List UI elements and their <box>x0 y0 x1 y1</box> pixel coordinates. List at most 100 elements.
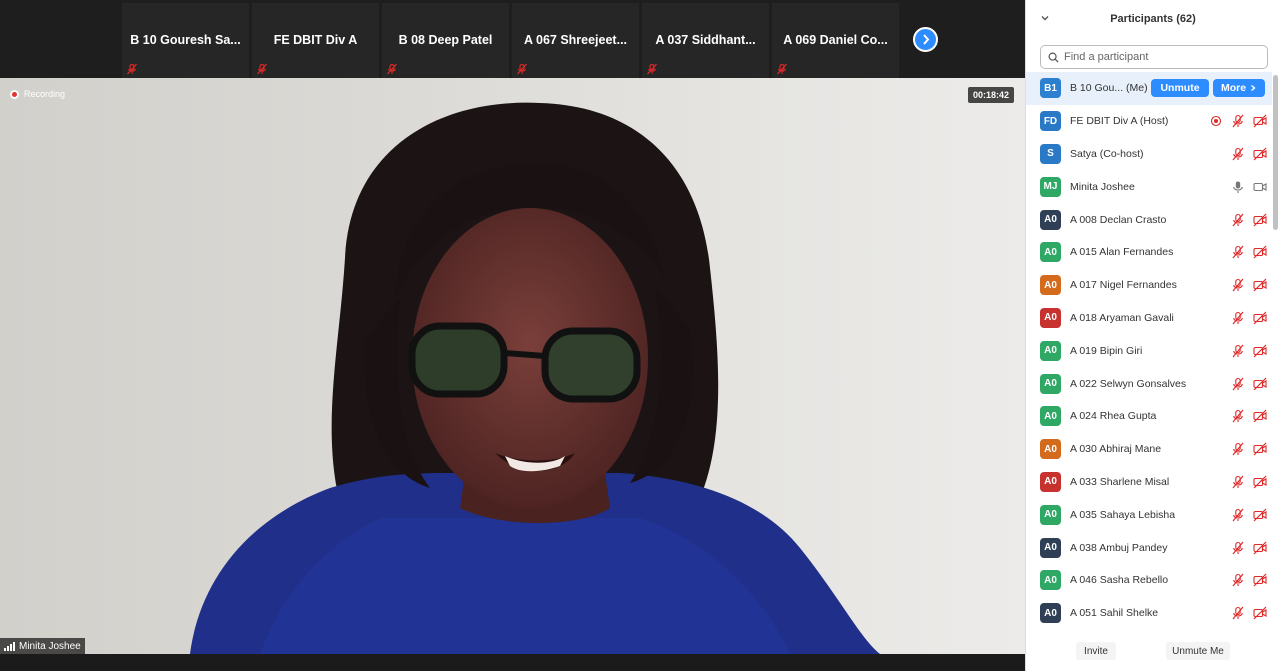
participant-row[interactable]: A0 A 024 Rhea Gupta <box>1026 400 1272 433</box>
video-off-icon[interactable] <box>1253 114 1267 128</box>
microphone-muted-icon[interactable] <box>1231 573 1245 587</box>
participant-row[interactable]: A0 A 017 Nigel Fernandes <box>1026 269 1272 302</box>
participant-controls <box>1231 311 1267 325</box>
video-off-icon[interactable] <box>1253 508 1267 522</box>
participant-row[interactable]: A0 A 030 Abhiraj Mane <box>1026 433 1272 466</box>
video-off-icon[interactable] <box>1253 409 1267 423</box>
scrollbar-thumb[interactable] <box>1273 75 1278 230</box>
participant-controls <box>1231 508 1267 522</box>
participant-name: A 038 Ambuj Pandey <box>1070 541 1168 554</box>
speaker-video-image <box>190 102 880 654</box>
speaker-name-tag: Minita Joshee <box>0 638 85 654</box>
chevron-right-icon <box>923 34 930 45</box>
avatar: A0 <box>1040 242 1061 263</box>
unmute-button[interactable]: Unmute <box>1151 79 1209 98</box>
participant-name: Minita Joshee <box>1070 180 1135 193</box>
microphone-muted-icon[interactable] <box>1231 278 1245 292</box>
microphone-muted-icon[interactable] <box>1231 311 1245 325</box>
avatar: MJ <box>1040 176 1061 197</box>
participant-list-scrollbar[interactable] <box>1272 72 1278 629</box>
participant-name: A 008 Declan Crasto <box>1070 213 1167 226</box>
participant-list: B1 B 10 Gou... (Me) Unmute More FD FE DBIT Di… <box>1026 72 1272 629</box>
more-button[interactable]: More <box>1213 79 1265 98</box>
video-off-icon[interactable] <box>1253 541 1267 555</box>
participant-row[interactable]: A0 A 038 Ambuj Pandey <box>1026 531 1272 564</box>
video-thumbnail[interactable]: B 10 Gouresh Sa... <box>122 3 249 78</box>
signal-strength-icon <box>4 641 15 651</box>
video-off-icon[interactable] <box>1253 442 1267 456</box>
video-off-icon[interactable] <box>1253 377 1267 391</box>
participant-row[interactable]: A0 A 018 Aryaman Gavali <box>1026 302 1272 335</box>
microphone-muted-icon[interactable] <box>1231 344 1245 358</box>
next-page-button[interactable] <box>913 27 938 52</box>
microphone-muted-icon <box>777 63 787 75</box>
participant-controls <box>1231 541 1267 555</box>
microphone-muted-icon <box>647 63 657 75</box>
participant-name: A 030 Abhiraj Mane <box>1070 443 1162 456</box>
participant-row[interactable]: FD FE DBIT Div A (Host) <box>1026 105 1272 138</box>
participant-name: A 046 Sasha Rebello <box>1070 574 1169 587</box>
invite-button[interactable]: Invite <box>1076 642 1116 660</box>
microphone-muted-icon[interactable] <box>1231 409 1245 423</box>
video-thumbnail[interactable]: B 08 Deep Patel <box>382 3 509 78</box>
video-thumbnail[interactable]: A 067 Shreejeet... <box>512 3 639 78</box>
video-off-icon[interactable] <box>1253 475 1267 489</box>
microphone-muted-icon[interactable] <box>1231 245 1245 259</box>
participant-row[interactable]: A0 A 033 Sharlene Misal <box>1026 466 1272 499</box>
microphone-muted-icon[interactable] <box>1231 147 1245 161</box>
avatar: FD <box>1040 111 1061 132</box>
participant-name: Satya (Co-host) <box>1070 147 1144 160</box>
microphone-muted-icon <box>517 63 527 75</box>
recording-indicator: Recording <box>10 89 65 99</box>
participant-row[interactable]: MJ Minita Joshee <box>1026 170 1272 203</box>
participant-row[interactable]: S Satya (Co-host) <box>1026 138 1272 171</box>
video-off-icon[interactable] <box>1253 606 1267 620</box>
participant-controls <box>1231 409 1267 423</box>
video-off-icon[interactable] <box>1253 213 1267 227</box>
participant-row[interactable]: A0 A 015 Alan Fernandes <box>1026 236 1272 269</box>
video-thumbnail[interactable]: A 069 Daniel Co... <box>772 3 899 78</box>
avatar: B1 <box>1040 78 1061 99</box>
video-off-icon[interactable] <box>1253 344 1267 358</box>
microphone-muted-icon[interactable] <box>1231 606 1245 620</box>
video-camera-icon[interactable] <box>1253 180 1267 194</box>
active-speaker-video[interactable]: Recording 00:18:42 Minita Joshee <box>0 78 1025 654</box>
microphone-muted-icon[interactable] <box>1231 377 1245 391</box>
video-off-icon[interactable] <box>1253 245 1267 259</box>
microphone-muted-icon <box>127 63 137 75</box>
participant-row[interactable]: A0 A 022 Selwyn Gonsalves <box>1026 367 1272 400</box>
participant-controls <box>1231 442 1267 456</box>
participant-controls <box>1231 147 1267 161</box>
unmute-me-button[interactable]: Unmute Me <box>1166 642 1230 660</box>
microphone-icon[interactable] <box>1231 180 1245 194</box>
video-off-icon[interactable] <box>1253 573 1267 587</box>
search-input[interactable] <box>1064 51 1254 63</box>
microphone-muted-icon[interactable] <box>1231 442 1245 456</box>
participant-row[interactable]: A0 A 046 Sasha Rebello <box>1026 564 1272 597</box>
participant-row[interactable]: A0 A 051 Sahil Shelke <box>1026 597 1272 629</box>
video-thumbnail[interactable]: A 037 Siddhant... <box>642 3 769 78</box>
participant-controls <box>1231 245 1267 259</box>
microphone-muted-icon[interactable] <box>1231 541 1245 555</box>
video-thumbnail[interactable]: FE DBIT Div A <box>252 3 379 78</box>
participant-name: B 10 Gou... (Me) <box>1070 82 1148 95</box>
participant-search[interactable] <box>1040 45 1268 69</box>
participant-row[interactable]: A0 A 035 Sahaya Lebisha <box>1026 498 1272 531</box>
microphone-muted-icon[interactable] <box>1231 475 1245 489</box>
participant-row[interactable]: A0 A 008 Declan Crasto <box>1026 203 1272 236</box>
video-off-icon[interactable] <box>1253 278 1267 292</box>
microphone-muted-icon[interactable] <box>1231 114 1245 128</box>
video-off-icon[interactable] <box>1253 147 1267 161</box>
avatar: A0 <box>1040 307 1061 328</box>
participant-name: A 015 Alan Fernandes <box>1070 246 1174 259</box>
participant-row[interactable]: A0 A 019 Bipin Giri <box>1026 334 1272 367</box>
participants-header: Participants (62) <box>1026 0 1280 38</box>
participant-controls <box>1209 114 1267 128</box>
microphone-muted-icon[interactable] <box>1231 213 1245 227</box>
participant-row[interactable]: B1 B 10 Gou... (Me) Unmute More <box>1026 72 1272 105</box>
participant-name: A 033 Sharlene Misal <box>1070 475 1170 488</box>
video-off-icon[interactable] <box>1253 311 1267 325</box>
microphone-muted-icon[interactable] <box>1231 508 1245 522</box>
avatar: A0 <box>1040 340 1061 361</box>
participants-footer: Invite Unmute Me <box>1026 636 1280 666</box>
